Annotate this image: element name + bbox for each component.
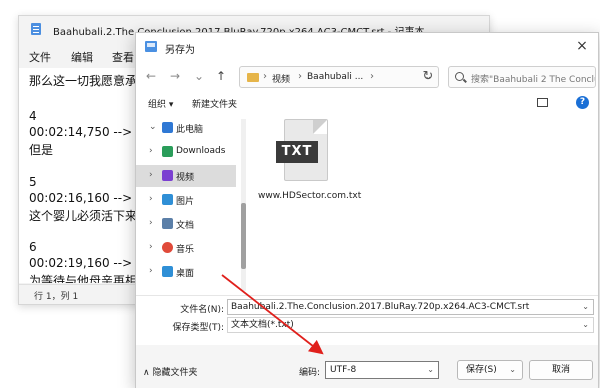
dialog-toolbar: 组织 ▾ 新建文件夹 ? [136, 93, 598, 115]
breadcrumb-videos[interactable]: 视频 [272, 72, 290, 85]
dialog-titlebar: 另存为 × [136, 33, 598, 59]
menu-view[interactable]: 查看 [112, 49, 134, 65]
folder-icon [247, 73, 259, 82]
txt-file-icon[interactable]: TXT [276, 119, 328, 183]
up-arrow-icon[interactable]: ↑ [214, 69, 228, 83]
file-name-label[interactable]: www.HDSector.com.txt [258, 191, 361, 202]
save-button[interactable]: 保存(S) ⌄ [457, 360, 523, 380]
dialog-footer: ∧ 隐藏文件夹 编码: UTF-8 ⌄ 保存(S) ⌄ 取消 [136, 345, 598, 388]
text-line: 但是 [29, 143, 54, 157]
breadcrumb-baahubali[interactable]: Baahubali ... [307, 72, 363, 82]
breadcrumb-separator: › [263, 71, 267, 82]
file-list: TXT www.HDSector.com.txt [248, 117, 598, 295]
text-line: 00:02:19,160 --> 0 [29, 256, 144, 270]
save-dialog-icon [145, 41, 157, 52]
search-icon [455, 72, 464, 81]
dialog-title: 另存为 [165, 45, 195, 56]
cursor-position: 行 1，列 1 [34, 292, 79, 302]
help-icon[interactable]: ? [576, 96, 589, 109]
tree-item-label: 视频 [176, 173, 195, 183]
search-placeholder: 搜索"Baahubali 2 The Conclus [471, 75, 596, 85]
tree-item-label: 桌面 [176, 269, 195, 279]
save-as-dialog: 另存为 × ← → ⌄ ↑ › 视频 › Baahubali ... › ⌄ ↻… [135, 32, 599, 388]
tree-scrollbar[interactable] [241, 119, 246, 291]
chevron-right-icon[interactable]: › [149, 170, 153, 180]
tree-item-label: 音乐 [176, 245, 195, 255]
filename-label: 文件名(N): [180, 305, 224, 315]
chevron-down-icon[interactable]: ⌄ [427, 362, 434, 378]
text-line: 那么这一切我愿意承 [29, 74, 138, 88]
new-folder-button[interactable]: 新建文件夹 [192, 97, 237, 110]
tree-item-this-pc[interactable]: ⌄ 此电脑 [136, 117, 236, 139]
filetype-value: 文本文档(*.txt) [231, 320, 294, 330]
save-fields: 文件名(N): Baahubali.2.The.Conclusion.2017.… [136, 295, 598, 335]
back-arrow-icon[interactable]: ← [144, 69, 158, 83]
pictures-icon [162, 194, 173, 205]
text-line: 4 [29, 109, 37, 123]
text-line: 00:02:16,160 --> 0 [29, 191, 144, 205]
chevron-right-icon[interactable]: › [149, 218, 153, 228]
filetype-select[interactable]: 文本文档(*.txt) ⌄ [227, 317, 594, 333]
navigation-bar: ← → ⌄ ↑ › 视频 › Baahubali ... › ⌄ ↻ 搜索"Ba… [136, 61, 598, 93]
forward-arrow-icon[interactable]: → [168, 69, 182, 83]
computer-icon [162, 122, 173, 133]
encoding-label: 编码: [299, 368, 321, 378]
desktop-icon [162, 266, 173, 277]
text-line: 6 [29, 240, 37, 254]
tree-item-label: 此电脑 [176, 125, 204, 135]
tree-item-videos[interactable]: › 视频 [136, 165, 236, 187]
chevron-down-icon[interactable]: ⌄ [582, 300, 589, 314]
video-icon [162, 170, 173, 181]
address-bar[interactable]: › 视频 › Baahubali ... › ⌄ [239, 66, 439, 88]
tree-item-music[interactable]: › 音乐 [136, 237, 236, 259]
encoding-select[interactable]: UTF-8 ⌄ [325, 361, 439, 379]
chevron-right-icon[interactable]: › [149, 266, 153, 276]
tree-item-label: 图片 [176, 197, 195, 207]
tree-item-label: 文档 [176, 221, 195, 231]
recent-locations-chevron-icon[interactable]: ⌄ [192, 69, 206, 83]
organize-button[interactable]: 组织 ▾ [148, 97, 173, 110]
scrollbar-thumb[interactable] [241, 203, 246, 269]
chevron-down-icon[interactable]: ⌄ [149, 122, 157, 132]
encoding-value: UTF-8 [330, 365, 357, 375]
notepad-app-icon [31, 23, 41, 35]
chevron-down-icon[interactable]: ⌄ [582, 318, 589, 332]
text-line: 为等待与他母亲再相 [29, 274, 138, 283]
chevron-right-icon[interactable]: › [149, 242, 153, 252]
cancel-button[interactable]: 取消 [529, 360, 593, 380]
tree-item-documents[interactable]: › 文档 [136, 213, 236, 235]
filetype-label: 保存类型(T): [172, 323, 224, 333]
text-line: 5 [29, 175, 37, 189]
tree-item-downloads[interactable]: › Downloads [136, 141, 236, 163]
filename-input[interactable]: Baahubali.2.The.Conclusion.2017.BluRay.7… [227, 299, 594, 315]
breadcrumb-separator: › [370, 71, 374, 82]
close-icon[interactable]: × [574, 38, 590, 54]
refresh-icon[interactable]: ↻ [420, 69, 436, 85]
music-icon [162, 242, 173, 253]
tree-item-desktop[interactable]: › 桌面 [136, 261, 236, 283]
documents-icon [162, 218, 173, 229]
hide-folders-toggle[interactable]: ∧ 隐藏文件夹 [143, 365, 197, 378]
text-line: 00:02:14,750 --> 0 [29, 125, 144, 139]
tree-item-label: Downloads [176, 146, 226, 156]
search-box[interactable]: 搜索"Baahubali 2 The Conclus [448, 66, 596, 88]
text-line: 这个婴儿必须活下来 [29, 209, 138, 223]
chevron-right-icon[interactable]: › [149, 146, 153, 156]
tree-item-pictures[interactable]: › 图片 [136, 189, 236, 211]
menu-edit[interactable]: 编辑 [71, 49, 93, 65]
file-type-badge: TXT [276, 141, 318, 163]
navigation-tree: ⌄ 此电脑 › Downloads › 视频 › 图片 › 文档 › 音乐 › … [136, 117, 243, 295]
save-options-chevron-icon[interactable]: ⌄ [509, 361, 516, 379]
breadcrumb-separator: › [298, 71, 302, 82]
filename-value: Baahubali.2.The.Conclusion.2017.BluRay.7… [231, 302, 530, 312]
menu-file[interactable]: 文件 [29, 49, 51, 65]
view-options-icon[interactable] [537, 98, 548, 107]
downloads-icon [162, 146, 173, 157]
chevron-right-icon[interactable]: › [149, 194, 153, 204]
save-button-label: 保存(S) [466, 365, 497, 375]
